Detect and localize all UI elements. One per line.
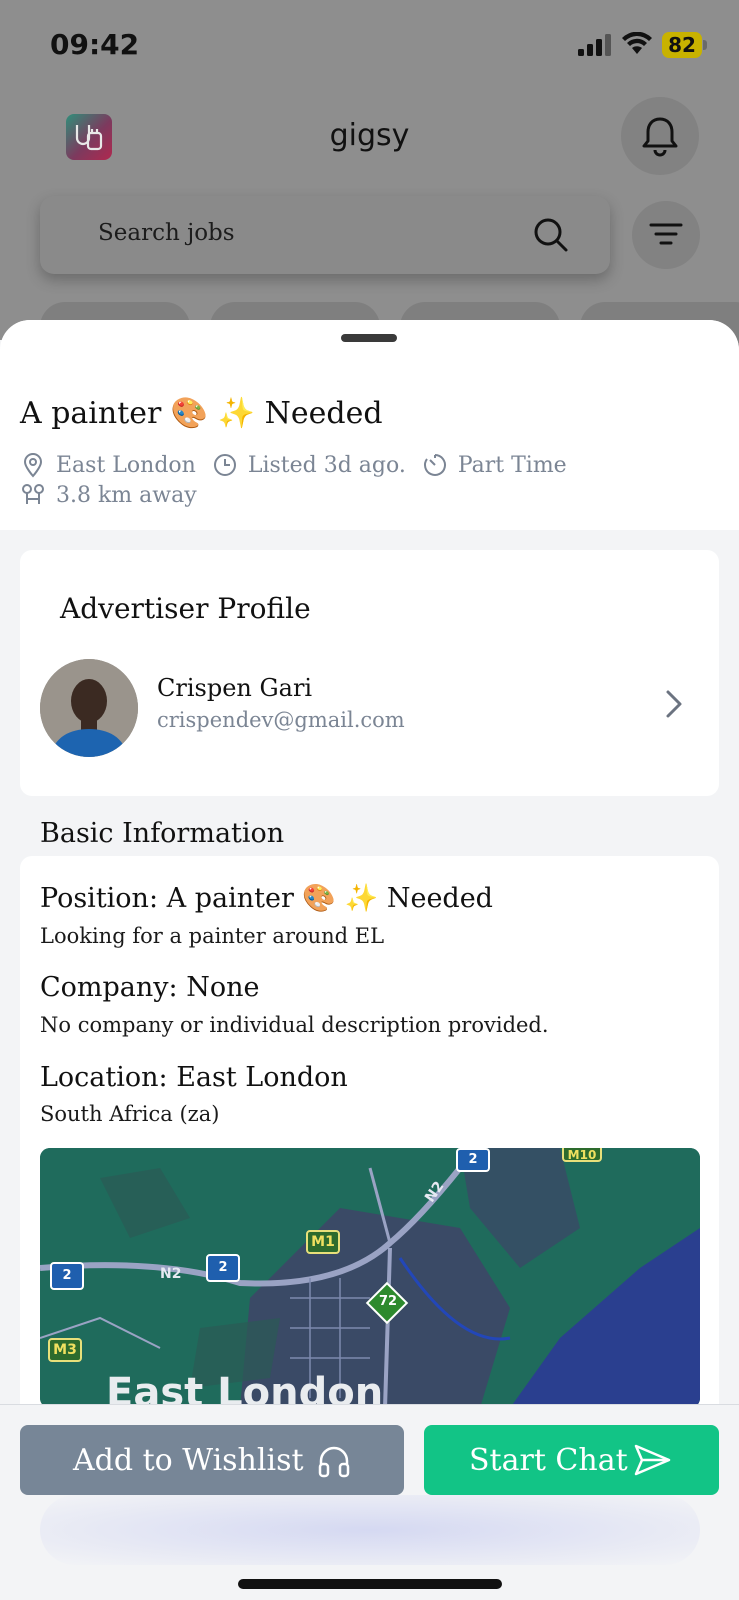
wifi-icon [622,32,652,54]
map-pin-icon [23,453,43,478]
location-description: South Africa (za) [40,1102,220,1126]
battery-tip [703,40,707,50]
search-placeholder: Search jobs [98,220,235,246]
job-listed-text: Listed 3d ago. [247,452,406,478]
search-input[interactable]: Search jobs [40,196,610,274]
send-icon [634,1444,671,1476]
route-label: 2 [456,1148,490,1172]
advertiser-heading: Advertiser Profile [60,592,311,625]
avatar [40,659,138,757]
job-title: A painter 🎨 ✨ Needed [20,396,383,431]
position-title: Position: A painter 🎨 ✨ Needed [40,883,493,914]
cellular-signal-icon [578,34,611,56]
route-label: N2 [160,1266,182,1282]
advertiser-email: crispendev@gmail.com [157,708,405,732]
route-label: M1 [306,1230,340,1254]
status-bar: 09:42 82 [0,0,739,90]
route-label-text: 72 [378,1294,398,1309]
chat-label: Start Chat [469,1443,628,1478]
home-indicator[interactable] [238,1579,502,1589]
job-listed: Listed 3d ago. [212,452,406,478]
start-chat-button[interactable]: Start Chat [424,1425,719,1495]
job-header: A painter 🎨 ✨ Needed East London Listed … [0,320,739,530]
job-type-text: Part Time [457,452,567,478]
headphones-icon [318,1446,350,1478]
drag-handle[interactable] [341,334,397,342]
map-city-label: East London [106,1370,384,1408]
bottom-action-bar: Add to Wishlist Start Chat [0,1404,739,1600]
company-description: No company or individual description pro… [40,1013,549,1037]
timer-icon [423,454,446,476]
add-to-wishlist-button[interactable]: Add to Wishlist [20,1425,404,1495]
search-icon[interactable] [532,216,570,254]
bell-icon [642,117,678,157]
filter-button[interactable] [632,201,700,269]
route-label: M3 [48,1338,82,1362]
advertiser-name: Crispen Gari [157,674,313,702]
filter-icon [649,223,683,245]
basic-info-heading: Basic Information [40,818,285,849]
position-description: Looking for a painter around EL [40,924,385,948]
background-app-overlay: 09:42 82 gigsy Search jobs [0,0,739,352]
location-title: Location: East London [40,1062,348,1093]
route-label: M10 [562,1148,602,1162]
location-map[interactable]: 2 N2 2 N2 2 M1 72 M3 M10 East London [40,1148,700,1408]
advertiser-profile-card[interactable]: Advertiser Profile Crispen Gari crispend… [20,550,719,796]
job-location: East London [20,452,196,478]
route-icon [22,484,44,504]
route-label: 2 [50,1262,84,1290]
job-meta-row: East London Listed 3d ago. Part Time [20,450,583,480]
chevron-right-icon[interactable] [664,688,684,720]
job-distance: 3.8 km away [20,480,197,510]
job-distance-text: 3.8 km away [56,482,197,508]
job-location-text: East London [56,452,196,478]
status-time: 09:42 [50,28,140,61]
job-type: Part Time [422,452,567,478]
map-graphic [40,1148,700,1408]
bottom-glow [40,1495,700,1565]
person-photo-icon [40,659,138,757]
clock-icon [213,454,236,476]
wishlist-label: Add to Wishlist [73,1443,304,1478]
notifications-button[interactable] [621,97,699,175]
company-title: Company: None [40,972,260,1003]
route-label: 2 [206,1254,240,1282]
battery-indicator: 82 [662,32,702,58]
